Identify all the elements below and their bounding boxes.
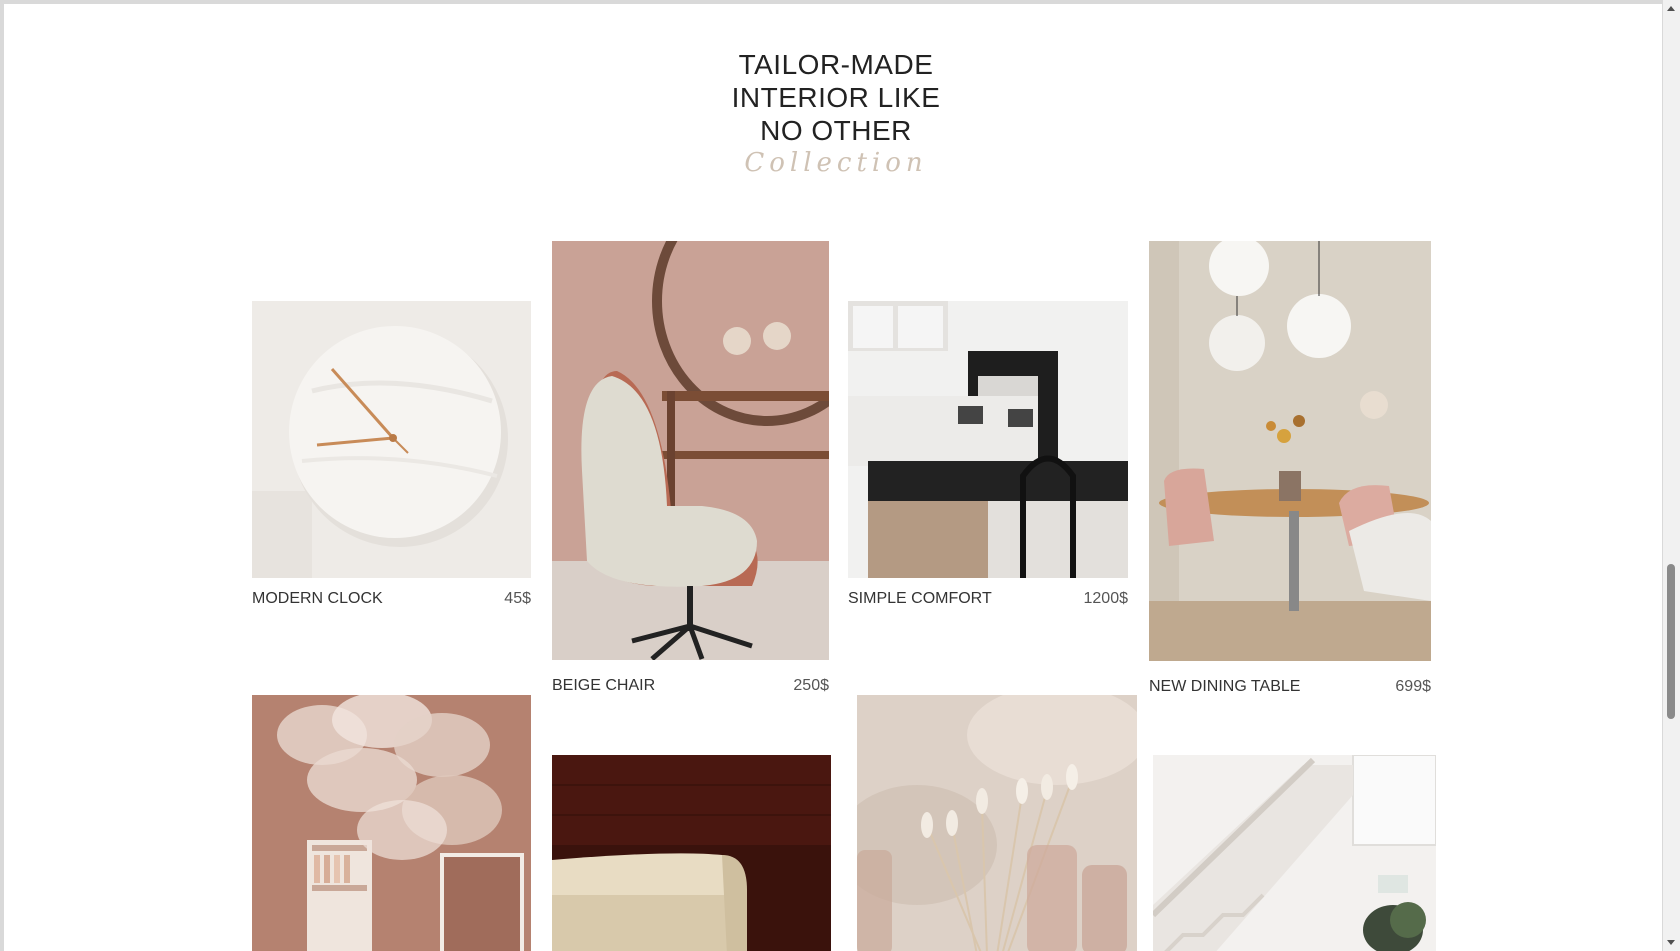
living-room-photo-icon — [848, 301, 1128, 578]
title-line: NO OTHER — [760, 115, 912, 146]
staircase-photo-icon — [1153, 755, 1436, 951]
product-name[interactable]: MODERN CLOCK — [252, 590, 383, 608]
scroll-up-arrow-icon[interactable] — [1667, 6, 1675, 11]
product-image[interactable] — [252, 695, 531, 951]
title-line: TAILOR-MADE — [738, 49, 934, 80]
product-image[interactable] — [552, 241, 829, 660]
clock-photo-icon — [252, 301, 531, 578]
product-image[interactable] — [552, 755, 831, 951]
dining-photo-icon — [1149, 241, 1431, 661]
page-viewport: TAILOR-MADE INTERIOR LIKE NO OTHER Colle… — [4, 4, 1662, 951]
product-name[interactable]: SIMPLE COMFORT — [848, 590, 992, 608]
product-price: 45$ — [504, 590, 531, 607]
product-meta: MODERN CLOCK 45$ — [252, 590, 531, 608]
product-meta: BEIGE CHAIR 250$ — [552, 677, 829, 695]
page-scrollbar[interactable] — [1663, 0, 1680, 951]
product-meta: NEW DINING TABLE 699$ — [1149, 678, 1431, 696]
page-title: TAILOR-MADE INTERIOR LIKE NO OTHER — [4, 48, 1662, 147]
product-meta: SIMPLE COMFORT 1200$ — [848, 590, 1128, 608]
product-price: 1200$ — [1083, 590, 1129, 607]
scrollbar-thumb[interactable] — [1667, 564, 1675, 719]
title-line: INTERIOR LIKE — [731, 82, 941, 113]
chandelier-photo-icon — [252, 695, 531, 951]
sofa-photo-icon — [552, 755, 831, 951]
scroll-down-arrow-icon[interactable] — [1667, 940, 1675, 945]
product-image[interactable] — [848, 301, 1128, 578]
product-name[interactable]: BEIGE CHAIR — [552, 677, 655, 695]
chair-photo-icon — [552, 241, 829, 660]
product-image[interactable] — [252, 301, 531, 578]
product-price: 699$ — [1395, 678, 1431, 695]
product-name[interactable]: NEW DINING TABLE — [1149, 678, 1300, 696]
flowers-photo-icon — [857, 695, 1137, 951]
product-image[interactable] — [1149, 241, 1431, 661]
collection-subtitle: Collection — [744, 148, 928, 178]
product-image[interactable] — [1153, 755, 1436, 951]
product-price: 250$ — [793, 677, 829, 694]
product-image[interactable] — [857, 695, 1137, 951]
